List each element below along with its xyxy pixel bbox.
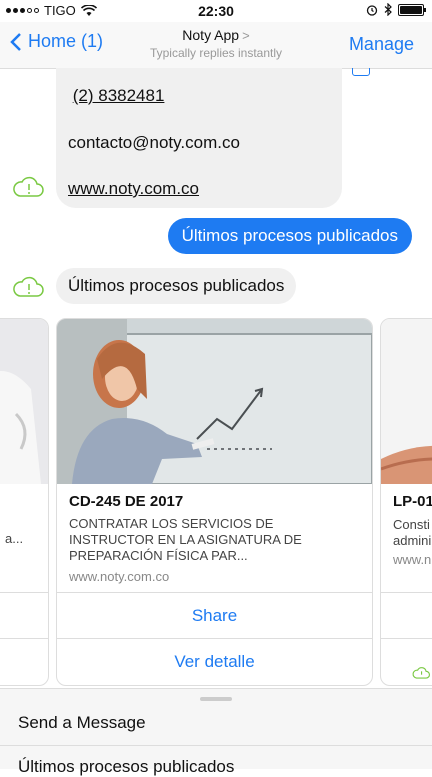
email-text[interactable]: contacto@noty.com.co [68, 133, 240, 153]
send-message-option[interactable]: Send a Message [18, 713, 146, 733]
card-description: CONTRATAR LOS SERVICIOS DE INSTRUCTOR EN… [69, 516, 302, 563]
phone-link[interactable]: (2) 8382481 [68, 86, 165, 106]
website-link[interactable]: www.noty.com.co [68, 179, 199, 199]
cloud-alert-icon [412, 667, 430, 679]
drag-handle[interactable] [200, 697, 232, 701]
card-title: LP-01 [393, 493, 432, 510]
carousel-card-next[interactable]: LP-01 Consti admini www.n [380, 318, 432, 686]
manage-button[interactable]: Manage [349, 34, 414, 55]
card-domain: www.n [393, 552, 432, 567]
incoming-message: Últimos procesos publicados [56, 268, 297, 304]
view-detail-button[interactable]: Ver detalle [57, 638, 372, 685]
card-image [381, 319, 432, 484]
persistent-menu: Send a Message Últimos procesos publicad… [0, 688, 432, 776]
contact-info-bubble: (2) 8382481 contacto@noty.com.co www.not… [56, 68, 342, 208]
card-domain: www.noty.com.co [69, 569, 170, 584]
card-image [0, 319, 48, 484]
checkbox-icon [352, 68, 370, 76]
card-description: Consti [393, 517, 430, 532]
card-image [57, 319, 372, 484]
battery-icon [398, 3, 426, 16]
card-title: CD-245 DE 2017 [69, 493, 184, 510]
card-button[interactable] [0, 638, 48, 685]
card-button[interactable] [0, 592, 48, 639]
cloud-alert-icon [13, 276, 44, 297]
card-desc: a... [5, 531, 24, 546]
outgoing-message: Últimos procesos publicados [167, 218, 412, 254]
cloud-alert-icon [13, 176, 44, 197]
menu-item-latest-processes[interactable]: Últimos procesos publicados [18, 757, 234, 777]
page-title: Noty App [182, 27, 240, 43]
share-button[interactable]: Share [57, 592, 372, 639]
card-description: admini [393, 533, 432, 548]
divider [0, 745, 432, 746]
chevron-right-icon: > [242, 28, 250, 43]
nav-bar: Home (1) Noty App > Typically replies ins… [0, 22, 432, 69]
card-button[interactable] [381, 592, 432, 639]
carousel-card-previous[interactable]: a... [0, 318, 49, 686]
chat-thread[interactable]: (2) 8382481 contacto@noty.com.co www.not… [0, 68, 432, 688]
carousel-card[interactable]: CD-245 DE 2017 CONTRATAR LOS SERVICIOS D… [56, 318, 373, 686]
alarm-icon [366, 4, 378, 16]
bluetooth-icon [384, 3, 392, 16]
status-bar: TIGO 22:30 [0, 0, 432, 22]
